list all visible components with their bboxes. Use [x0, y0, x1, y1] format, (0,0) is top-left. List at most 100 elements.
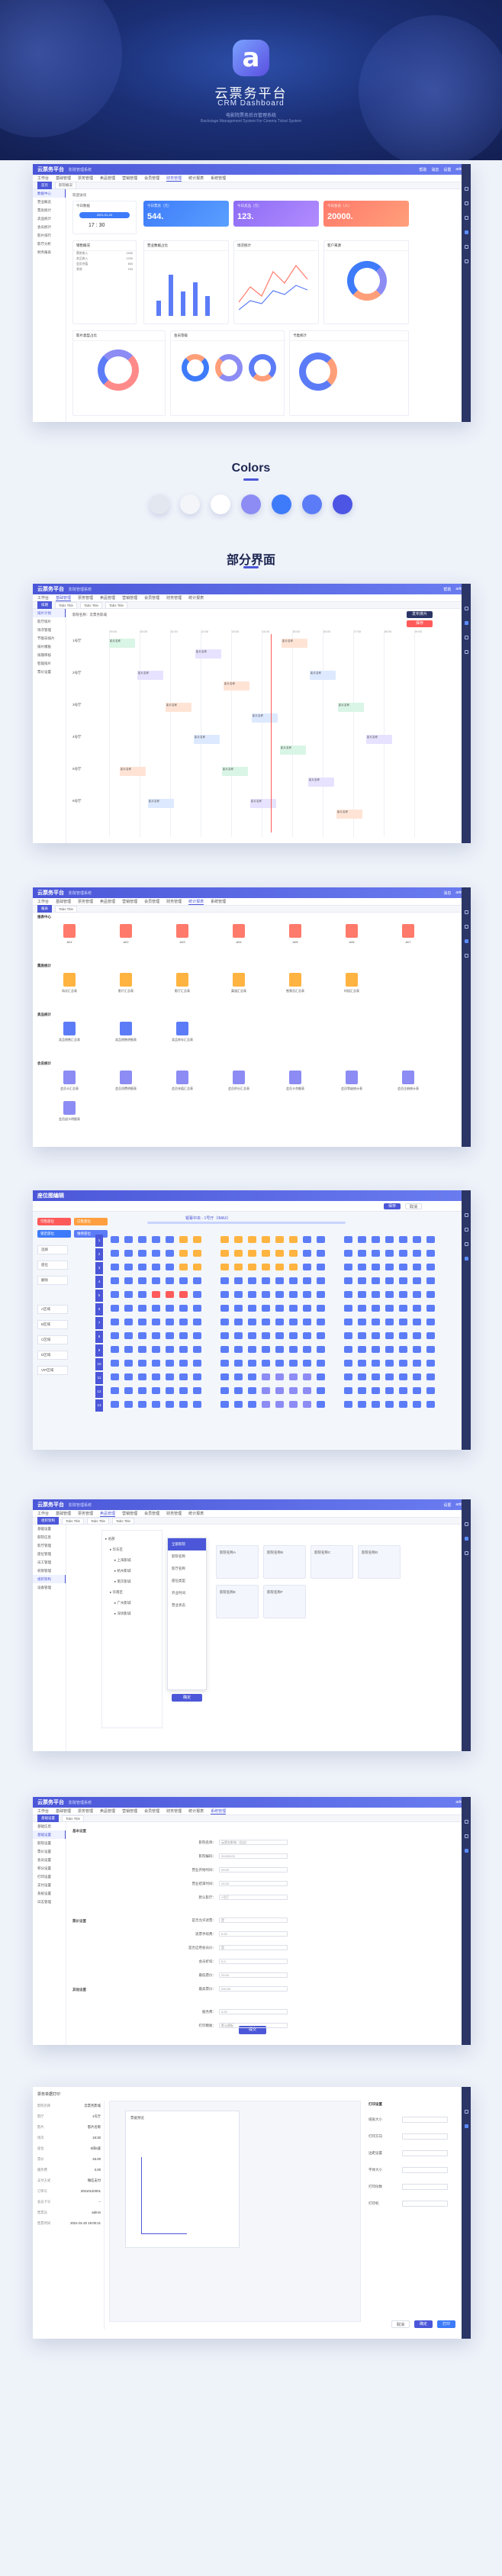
seat[interactable] [111, 1250, 119, 1257]
rail-icon[interactable] [464, 259, 468, 263]
rail-icon[interactable] [464, 1213, 468, 1217]
seat[interactable] [317, 1346, 325, 1353]
sidebar-item[interactable]: 影厅排片 [33, 617, 66, 626]
seat[interactable] [152, 1319, 160, 1325]
seat[interactable] [179, 1277, 188, 1284]
report-file-icon[interactable] [63, 973, 76, 987]
seat[interactable] [124, 1305, 133, 1312]
rail-icon[interactable] [464, 954, 468, 958]
seat[interactable] [289, 1401, 298, 1408]
seat[interactable] [426, 1360, 435, 1367]
seat[interactable] [220, 1250, 229, 1257]
seat[interactable] [262, 1319, 270, 1325]
seat[interactable] [317, 1264, 325, 1270]
seat[interactable] [220, 1346, 229, 1353]
field-input[interactable]: 31000123 [219, 1853, 288, 1859]
report-name[interactable]: 会员退卡明细表 [53, 1117, 86, 1122]
print-setting-input[interactable] [402, 2133, 448, 2140]
seat[interactable] [166, 1360, 174, 1367]
seat[interactable] [124, 1277, 133, 1284]
report-name[interactable]: 会员积分汇总表 [222, 1087, 256, 1091]
nav-item[interactable]: 会员管理 [144, 899, 159, 904]
nav-item[interactable]: 工作台 [37, 1808, 49, 1814]
seat[interactable] [317, 1373, 325, 1380]
seat[interactable] [179, 1305, 188, 1312]
seat[interactable] [317, 1291, 325, 1298]
seat[interactable] [385, 1360, 394, 1367]
report-file-icon[interactable] [289, 973, 301, 987]
seat[interactable] [124, 1250, 133, 1257]
tab[interactable]: Tabs Title [105, 601, 128, 609]
tab[interactable]: 排期 [37, 601, 52, 609]
seat[interactable] [111, 1346, 119, 1353]
seat[interactable] [385, 1346, 394, 1353]
seat[interactable] [413, 1346, 421, 1353]
report-name[interactable]: 会员消费明细表 [109, 1087, 143, 1091]
seat[interactable] [234, 1264, 243, 1270]
seat[interactable] [220, 1291, 229, 1298]
seat[interactable] [413, 1277, 421, 1284]
area-item[interactable]: A区域 [37, 1305, 68, 1314]
seat[interactable] [372, 1305, 380, 1312]
nav-item[interactable]: 卖品管理 [100, 1808, 115, 1814]
report-file-icon[interactable] [120, 924, 132, 938]
seat[interactable] [344, 1236, 352, 1243]
field-input[interactable]: 默认模板 [219, 2023, 288, 2028]
schedule-block[interactable]: 影片名称 [109, 639, 135, 648]
seat[interactable] [344, 1277, 352, 1284]
seat[interactable] [399, 1236, 407, 1243]
seat[interactable] [426, 1305, 435, 1312]
seat[interactable] [413, 1401, 421, 1408]
schedule-block[interactable]: 影片名称 [148, 799, 174, 808]
seat[interactable] [152, 1305, 160, 1312]
seat[interactable] [166, 1332, 174, 1339]
nav-item[interactable]: 会员管理 [144, 595, 159, 601]
seat[interactable] [399, 1373, 407, 1380]
report-name[interactable]: 影厅汇总表 [166, 989, 199, 993]
seat[interactable] [317, 1360, 325, 1367]
rail-icon[interactable] [464, 1522, 468, 1526]
print-setting-input[interactable] [402, 2201, 448, 2207]
legend-badge[interactable]: 已售座位 [74, 1218, 108, 1225]
seat[interactable] [220, 1387, 229, 1394]
sidebar-item[interactable]: 影院设置 [33, 1839, 66, 1847]
schedule-block[interactable]: 影片名称 [280, 745, 306, 755]
seat[interactable] [358, 1305, 366, 1312]
seat[interactable] [138, 1387, 146, 1394]
print-setting-input[interactable] [402, 2117, 448, 2123]
sidebar-item[interactable]: 场次管理 [33, 626, 66, 634]
seat[interactable] [262, 1236, 270, 1243]
seat[interactable] [413, 1291, 421, 1298]
seat[interactable] [413, 1319, 421, 1325]
seat[interactable] [399, 1319, 407, 1325]
seat[interactable] [220, 1305, 229, 1312]
nav-item[interactable]: 营销管理 [122, 1511, 137, 1516]
seat[interactable] [234, 1305, 243, 1312]
schedule-block[interactable]: 影片名称 [308, 778, 334, 787]
nav-item[interactable]: 统计报表 [188, 899, 204, 905]
seat[interactable] [152, 1346, 160, 1353]
seat[interactable] [385, 1250, 394, 1257]
report-name[interactable]: 会员等级统计表 [335, 1087, 368, 1091]
seat[interactable] [179, 1319, 188, 1325]
seat[interactable] [166, 1291, 174, 1298]
seat[interactable] [166, 1401, 174, 1408]
seat[interactable] [111, 1401, 119, 1408]
report-name[interactable]: 会员注册统计表 [391, 1087, 425, 1091]
tree-node[interactable]: ▸ 南京影城 [105, 1576, 159, 1587]
rail-icon[interactable] [464, 1834, 468, 1838]
report-file-icon[interactable] [120, 1071, 132, 1084]
nav-item[interactable]: 财务管理 [166, 1808, 182, 1814]
sidebar-item[interactable]: 排片计划 [33, 609, 66, 617]
seat[interactable] [372, 1264, 380, 1270]
seat[interactable] [234, 1319, 243, 1325]
seat[interactable] [179, 1264, 188, 1270]
seat[interactable] [234, 1291, 243, 1298]
rail-icon[interactable] [464, 2124, 468, 2128]
seat[interactable] [193, 1360, 201, 1367]
seat[interactable] [426, 1346, 435, 1353]
seat[interactable] [275, 1277, 284, 1284]
tab[interactable]: Tabs Title [62, 1814, 85, 1822]
seat[interactable] [303, 1346, 311, 1353]
publish-button[interactable]: 发布排片 [407, 611, 433, 618]
